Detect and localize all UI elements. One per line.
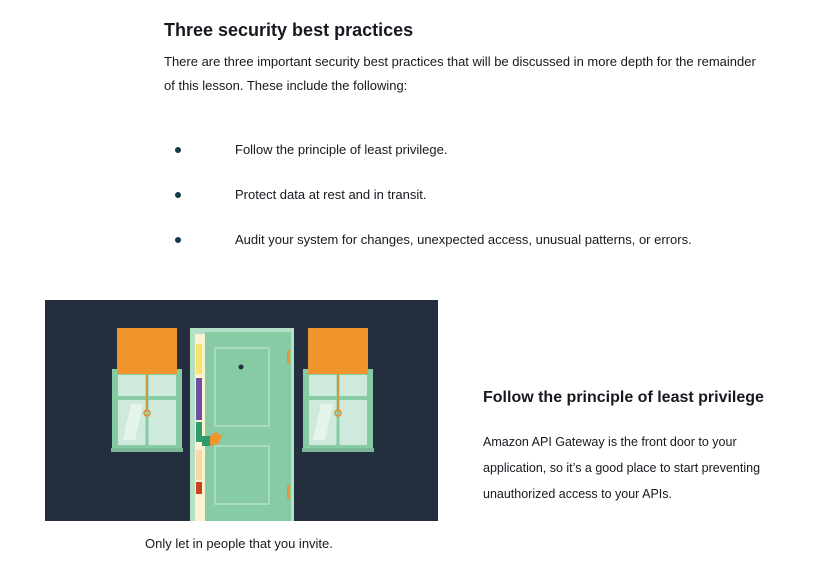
bullet-icon xyxy=(175,237,181,243)
list-item-text: Follow the principle of least privilege. xyxy=(235,142,448,157)
intro-paragraph: There are three important security best … xyxy=(164,54,756,93)
list-item-text: Protect data at rest and in transit. xyxy=(235,187,427,202)
least-privilege-body: Amazon API Gateway is the front door to … xyxy=(483,435,761,501)
list-item-text: Audit your system for changes, unexpecte… xyxy=(235,232,692,247)
least-privilege-title: Follow the principle of least privilege xyxy=(483,389,764,406)
right-window xyxy=(302,328,374,452)
door xyxy=(190,328,294,521)
list-item: Audit your system for changes, unexpecte… xyxy=(0,230,833,250)
door-illustration xyxy=(45,300,438,521)
bullet-icon xyxy=(175,147,181,153)
left-window xyxy=(111,328,183,452)
illustration-caption: Only let in people that you invite. xyxy=(145,536,333,551)
bullet-icon xyxy=(175,192,181,198)
list-item: Follow the principle of least privilege. xyxy=(0,140,833,160)
list-item: Protect data at rest and in transit. xyxy=(0,185,833,205)
section-title: Three security best practices xyxy=(164,20,414,40)
